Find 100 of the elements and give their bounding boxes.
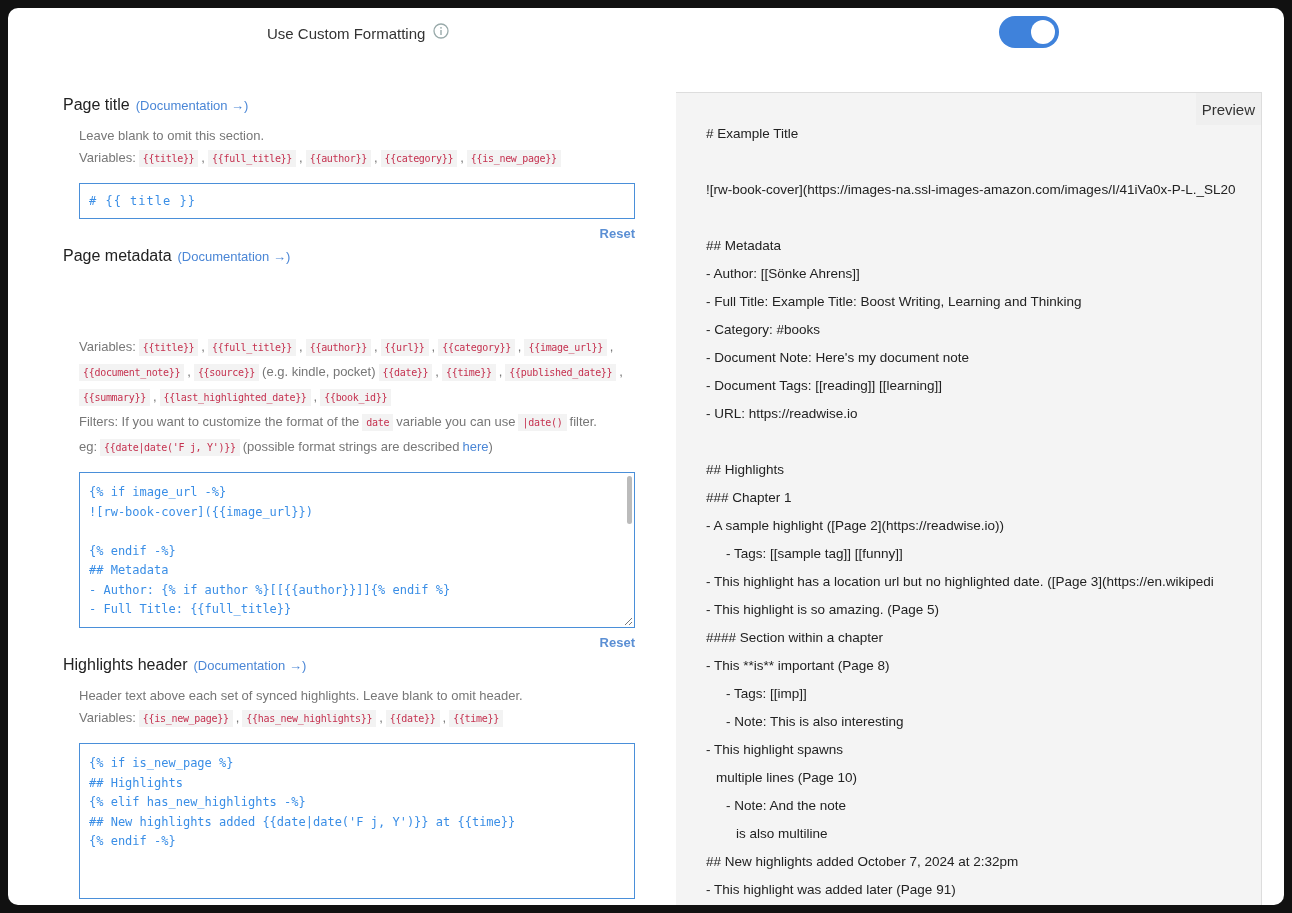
preview-line: - Note: This is also interesting	[726, 713, 904, 731]
variable-code: {{author}}	[305, 339, 371, 356]
variable-code: {{date}}	[378, 364, 433, 381]
help-text: (possible format strings are described	[242, 439, 460, 454]
help-text: eg:	[79, 439, 98, 454]
preview-line: - This **is** important (Page 8)	[706, 657, 890, 675]
variable-code: {{image_url}}	[524, 339, 607, 356]
preview-line: - This highlight is so amazing. (Page 5)	[706, 601, 940, 619]
setting-label: Use Custom Formatting	[267, 24, 426, 42]
help-text: ,	[299, 150, 303, 165]
section-description: Header text above each set of synced highlights. Leave blank to omit header.	[79, 687, 523, 705]
variable-code: {{has_new_highlights}}	[242, 710, 377, 727]
preview-line: ![rw-book-cover](https://images-na.ssl-images-amazon.com/images/I/41iVa0x-P-L._SL20	[706, 181, 1236, 199]
variable-code: {{published_date}}	[505, 364, 617, 381]
variable-code: {{document_note}}	[79, 364, 185, 381]
preview-line: - Full Title: Example Title: Boost Writing, Learning and Thinking	[706, 293, 1082, 311]
preview-line: multiple lines (Page 10)	[715, 769, 858, 787]
variable-code: {{is_new_page}}	[138, 710, 233, 727]
preview-line: # Example Title	[706, 125, 799, 143]
preview-tab[interactable]: Preview	[1195, 93, 1261, 125]
help-text: )	[488, 439, 493, 454]
help-text: Variables:	[79, 150, 136, 165]
preview-line: - A sample highlight ([Page 2](https://readwise.io))	[706, 517, 1004, 535]
help-text: ,	[313, 389, 318, 404]
help-text: ,	[619, 364, 623, 379]
preview-line: - Tags: [[imp]]	[726, 685, 807, 703]
help-text: ,	[609, 339, 614, 354]
variable-code: {{book_id}}	[320, 389, 392, 406]
preview-line: is also multiline	[735, 825, 828, 843]
variable-code: date	[362, 414, 394, 431]
preview-line: - Document Tags: [[reading]] [[learning]]	[706, 377, 943, 395]
preview-line: - This highlight spawns	[706, 741, 844, 759]
help-text: ,	[152, 389, 157, 404]
help-text: ,	[187, 364, 191, 379]
help-text: filter.	[569, 414, 597, 429]
variable-code: {{category}}	[380, 150, 458, 167]
here-link[interactable]: here	[462, 439, 489, 454]
section-title: Highlights header	[63, 656, 188, 674]
documentation-link[interactable]: (Documentation →)	[193, 658, 307, 673]
help-text: ,	[299, 339, 303, 354]
variable-code: {{title}}	[138, 150, 199, 167]
help-text: variable you can use	[396, 414, 516, 429]
preview-line: - Document Note: Here's my document note	[706, 349, 969, 367]
template-textarea[interactable]: {% if is_new_page %} ## Highlights {% elif has_new_highlights -%} ## New highlights added {{date|date('F j, Y')}} at {{time}} {% endif -%}	[79, 743, 635, 899]
section-description: Leave blank to omit this section.	[79, 127, 264, 145]
preview-line: ### Chapter 1	[706, 489, 792, 507]
help-text: ,	[498, 364, 503, 379]
help-text: (e.g. kindle, pocket)	[262, 364, 376, 379]
help-text: ,	[201, 339, 205, 354]
preview-line: - Category: #books	[706, 321, 821, 339]
help-text: ,	[517, 339, 522, 354]
preview-line: ## Metadata	[706, 237, 782, 255]
template-textarea[interactable]: {% if image_url -%} ![rw-book-cover]({{image_url}}) {% endif -%} ## Metadata - Author: {% if author %}[[{{author}}]]{% endif %} - Full Title: {{full_title}}	[79, 472, 635, 628]
help-text: Variables:	[79, 710, 136, 725]
help-text: ,	[442, 710, 447, 725]
variable-code: {{is_new_page}}	[466, 150, 561, 167]
documentation-link[interactable]: (Documentation →)	[135, 98, 249, 113]
help-text: ,	[431, 339, 436, 354]
variable-code: {{source}}	[193, 364, 260, 381]
help-text: ,	[460, 150, 464, 165]
variable-code: {{last_highlighted_date}}	[159, 389, 311, 406]
variable-code: {{author}}	[305, 150, 371, 167]
preview-line: - Author: [[Sönke Ahrens]]	[706, 265, 860, 283]
variable-code: {{url}}	[380, 339, 429, 356]
variable-code: {{title}}	[138, 339, 199, 356]
help-text: ,	[373, 339, 378, 354]
help-text: ,	[379, 710, 383, 725]
variable-code: |date()	[518, 414, 567, 431]
preview-line: #### Section within a chapter	[706, 629, 884, 647]
help-text: Filters: If you want to customize the format of the	[79, 414, 360, 429]
reset-button[interactable]: Reset	[599, 635, 635, 650]
preview-line: - Tags: [[sample tag]] [[funny]]	[726, 545, 903, 563]
variable-code: {{time}}	[441, 364, 496, 381]
preview-line: - This highlight has a location url but no highlighted date. ([Page 3](https://en.wikipedi	[706, 573, 1214, 591]
preview-line: - This highlight was added later (Page 91)	[706, 881, 956, 899]
section-title: Page title	[63, 96, 130, 114]
reset-button[interactable]: Reset	[599, 226, 635, 241]
variable-code: {{date}}	[385, 710, 440, 727]
info-icon[interactable]	[433, 23, 450, 39]
variable-code: {{full_title}}	[207, 150, 297, 167]
variable-code: {{category}}	[438, 339, 515, 356]
help-text: Variables:	[79, 339, 136, 354]
scrollbar-thumb[interactable]	[627, 476, 632, 524]
variable-code: {{date|date('F j, Y')}}	[100, 439, 240, 456]
section-title: Page metadata	[63, 247, 172, 265]
help-text: ,	[435, 364, 439, 379]
help-text: ,	[201, 150, 205, 165]
resize-grip-icon[interactable]	[624, 617, 633, 626]
preview-line: - URL: https://readwise.io	[706, 405, 858, 423]
preview-line: - Note: And the note	[726, 797, 847, 815]
variable-code: {{time}}	[449, 710, 503, 727]
toggle-switch[interactable]	[999, 16, 1059, 48]
variable-code: {{summary}}	[79, 389, 150, 406]
documentation-link[interactable]: (Documentation →)	[177, 249, 291, 264]
preview-line: ## New highlights added October 7, 2024 at 2:32pm	[706, 853, 1019, 871]
help-text: ,	[235, 710, 240, 725]
template-input[interactable]: # {{ title }}	[79, 183, 635, 219]
variable-code: {{full_title}}	[207, 339, 297, 356]
preview-line: ## Highlights	[706, 461, 785, 479]
help-text: ,	[373, 150, 378, 165]
